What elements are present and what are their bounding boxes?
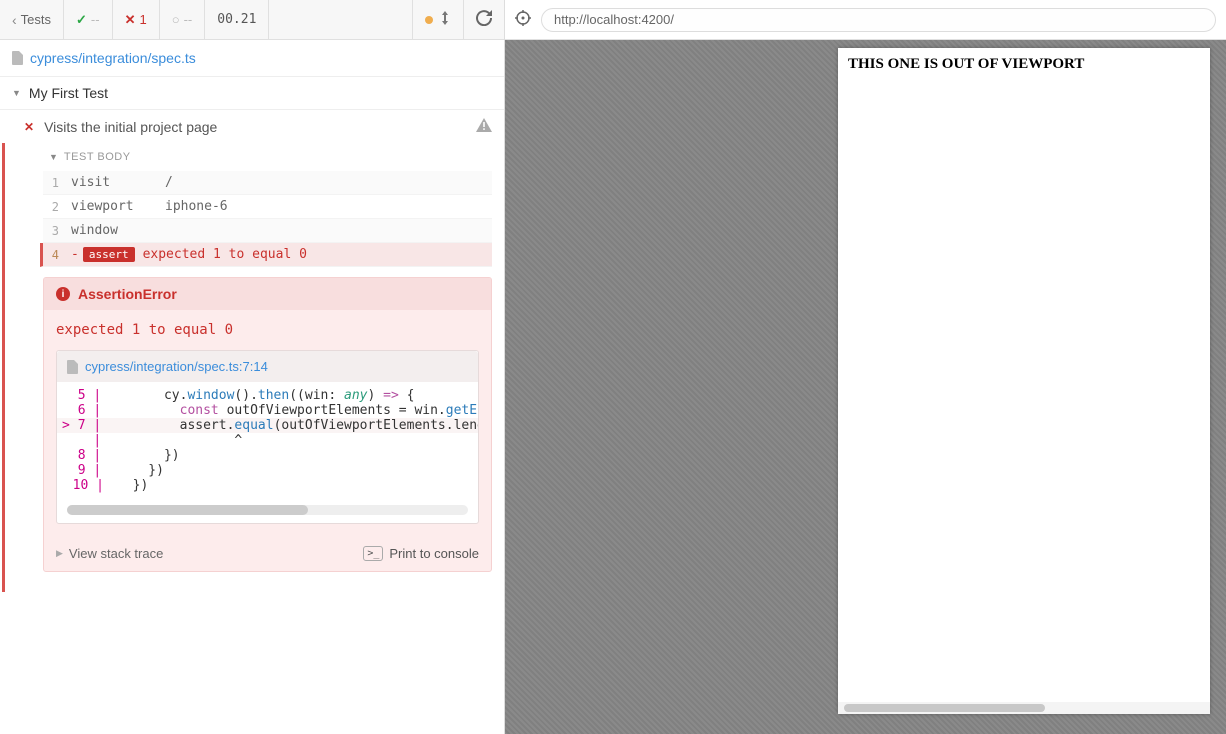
code-line: 5 | cy.window().then((win: any) => { (57, 388, 478, 403)
fail-icon: ✕ (24, 120, 34, 134)
status-dot-icon (425, 16, 433, 24)
code-lines: 5 | cy.window().then((win: any) => { 6 |… (57, 382, 478, 499)
back-label: Tests (21, 12, 51, 27)
reporter-panel: ‹ Tests ✓ -- ✕ 1 ○ -- 00.21 (0, 0, 505, 734)
code-line: 9 | }) (57, 463, 478, 478)
body-label: TEST BODY (64, 151, 131, 163)
preview-heading: THIS ONE IS OUT OF VIEWPORT (848, 56, 1084, 72)
file-icon (67, 360, 79, 374)
assert-message: expected 1 to equal 0 (143, 247, 307, 262)
suite-title: My First Test (29, 85, 108, 101)
warning-icon (476, 118, 492, 135)
error-header: i AssertionError (44, 278, 491, 310)
test-body: ▼ TEST BODY 1 visit / 2 viewport iphone-… (2, 143, 504, 592)
test-body-label-row[interactable]: ▼ TEST BODY (5, 143, 504, 171)
code-line: 6 | const outOfViewportElements = win.ge… (57, 403, 478, 418)
x-icon: ✕ (125, 12, 136, 28)
caret-down-icon: ▼ (49, 152, 58, 162)
back-to-tests-button[interactable]: ‹ Tests (0, 0, 64, 39)
terminal-icon: >_ (363, 546, 383, 561)
code-line: | ^ (57, 433, 478, 448)
error-footer: ▶ View stack trace >_ Print to console (44, 536, 491, 571)
code-horizontal-scrollbar[interactable] (67, 505, 468, 515)
suite-header[interactable]: ▼ My First Test (0, 77, 504, 110)
command-row[interactable]: 1 visit / (43, 171, 492, 195)
auto-scroll-toggle[interactable] (439, 11, 451, 28)
refresh-icon (476, 10, 492, 29)
error-name: AssertionError (78, 286, 177, 302)
passed-count: ✓ -- (64, 0, 113, 39)
aut-iframe[interactable]: THIS ONE IS OUT OF VIEWPORT (838, 48, 1210, 714)
aut-panel: THIS ONE IS OUT OF VIEWPORT (505, 0, 1226, 734)
preview-horizontal-scrollbar[interactable] (838, 702, 1210, 714)
duration: 00.21 (205, 0, 269, 39)
code-line: 8 | }) (57, 448, 478, 463)
error-box: i AssertionError expected 1 to equal 0 c… (43, 277, 492, 572)
code-frame-header[interactable]: cypress/integration/spec.ts:7:14 (57, 351, 478, 382)
browser-bar (505, 0, 1226, 40)
circle-icon: ○ (172, 12, 180, 27)
code-frame: cypress/integration/spec.ts:7:14 5 | cy.… (56, 350, 479, 524)
selector-playground-button[interactable] (515, 10, 531, 29)
view-stack-trace-button[interactable]: ▶ View stack trace (56, 546, 163, 561)
command-row[interactable]: 2 viewport iphone-6 (43, 195, 492, 219)
chevron-right-icon: ▶ (56, 548, 63, 559)
rerun-button[interactable] (464, 0, 504, 39)
preview-content: THIS ONE IS OUT OF VIEWPORT (838, 48, 1210, 702)
reporter-topbar: ‹ Tests ✓ -- ✕ 1 ○ -- 00.21 (0, 0, 504, 40)
error-icon: i (56, 287, 70, 301)
caret-down-icon: ▼ (12, 88, 21, 98)
test-header[interactable]: ✕ Visits the initial project page (0, 110, 504, 143)
assert-pill: assert (83, 247, 135, 262)
print-to-console-button[interactable]: >_ Print to console (363, 546, 479, 561)
failed-count: ✕ 1 (113, 0, 160, 39)
test-title: Visits the initial project page (44, 119, 217, 135)
file-icon (12, 51, 24, 65)
code-location: cypress/integration/spec.ts:7:14 (85, 359, 268, 374)
status-indicator (412, 0, 464, 39)
chevron-left-icon: ‹ (12, 12, 17, 28)
app-root: ‹ Tests ✓ -- ✕ 1 ○ -- 00.21 (0, 0, 1226, 734)
url-input[interactable] (541, 8, 1216, 32)
command-log: 1 visit / 2 viewport iphone-6 3 window 4… (43, 171, 492, 267)
check-icon: ✓ (76, 12, 87, 28)
code-line: 10 | }) (57, 478, 478, 493)
command-row[interactable]: 3 window (43, 219, 492, 243)
spec-file-row[interactable]: cypress/integration/spec.ts (0, 40, 504, 77)
viewport-area: THIS ONE IS OUT OF VIEWPORT (505, 40, 1226, 734)
command-row-assert[interactable]: 4 - assert expected 1 to equal 0 (40, 243, 492, 267)
code-line: > 7 | assert.equal(outOfViewportElements… (57, 418, 478, 433)
pending-count: ○ -- (160, 0, 206, 39)
spec-path: cypress/integration/spec.ts (30, 50, 196, 66)
error-message: expected 1 to equal 0 (44, 310, 491, 350)
